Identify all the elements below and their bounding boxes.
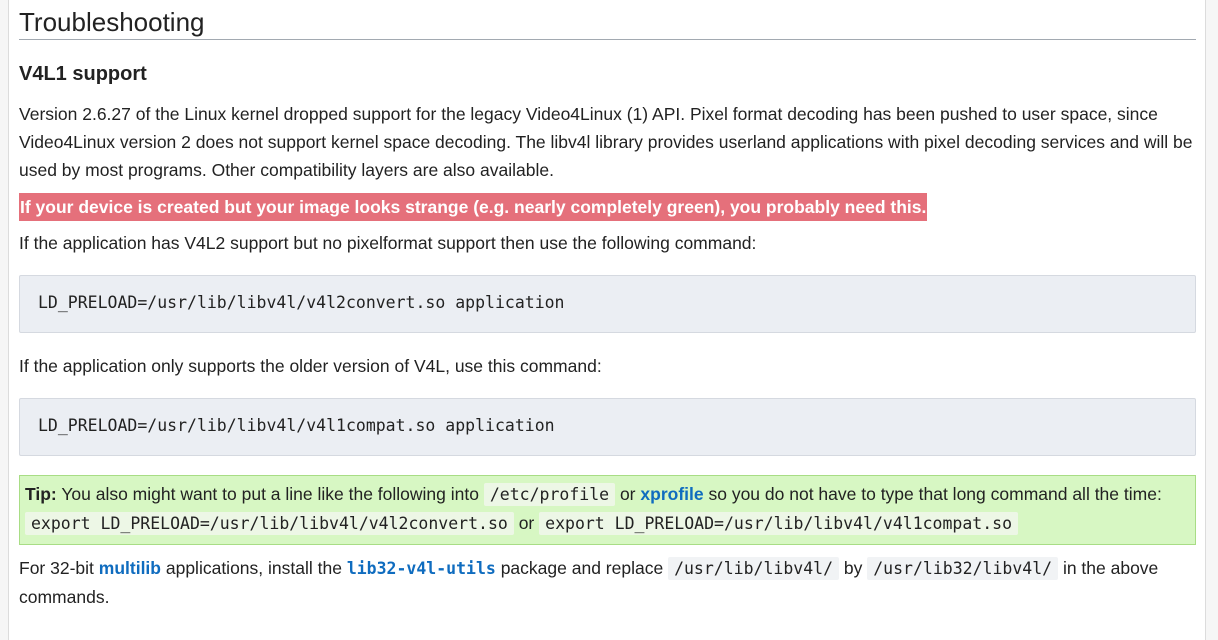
code-block-v4l2[interactable]: LD_PRELOAD=/usr/lib/libv4l/v4l2convert.s…	[19, 275, 1196, 333]
xprofile-link[interactable]: xprofile	[640, 484, 703, 504]
final-text-1: For 32-bit	[19, 558, 94, 578]
code-block-v4l1[interactable]: LD_PRELOAD=/usr/lib/libv4l/v4l1compat.so…	[19, 398, 1196, 456]
tip-text-1: You also might want to put a line like t…	[61, 484, 479, 504]
tip-or-1: or	[619, 484, 636, 504]
tip-text-2: so you do not have to type that long com…	[708, 484, 1162, 504]
section-heading: Troubleshooting	[19, 0, 1196, 40]
multilib-link[interactable]: multilib	[99, 558, 161, 578]
warning-row: If your device is created but your image…	[19, 193, 1196, 221]
multilib-paragraph: For 32-bit multilib applications, instal…	[19, 554, 1196, 612]
warning-highlight: If your device is created but your image…	[19, 193, 928, 221]
v4l2-paragraph: If the application has V4L2 support but …	[19, 233, 757, 253]
final-by: by	[843, 558, 863, 578]
article-body: Troubleshooting V4L1 support Version 2.6…	[19, 0, 1196, 607]
lib32-v4l-utils-link[interactable]: lib32-v4l-utils	[347, 559, 496, 578]
code-usr-lib32-libv4l: /usr/lib32/libv4l/	[867, 557, 1059, 580]
article-content: Troubleshooting V4L1 support Version 2.6…	[8, 0, 1206, 640]
code-usr-lib-libv4l: /usr/lib/libv4l/	[668, 557, 840, 580]
tip-box: Tip: You also might want to put a line l…	[19, 475, 1196, 545]
v4l1-paragraph: If the application only supports the old…	[19, 356, 602, 376]
tip-label: Tip:	[25, 484, 57, 504]
subsection-heading: V4L1 support	[19, 63, 147, 85]
tip-or-2: or	[518, 513, 535, 533]
code-etc-profile: /etc/profile	[483, 483, 616, 506]
code-export-v4l2: export LD_PRELOAD=/usr/lib/libv4l/v4l2co…	[25, 512, 514, 535]
intro-paragraph: Version 2.6.27 of the Linux kernel dropp…	[19, 104, 1193, 180]
final-text-2: applications, install the	[165, 558, 342, 578]
code-export-v4l1: export LD_PRELOAD=/usr/lib/libv4l/v4l1co…	[539, 512, 1019, 535]
final-text-3: package and replace	[500, 558, 664, 578]
